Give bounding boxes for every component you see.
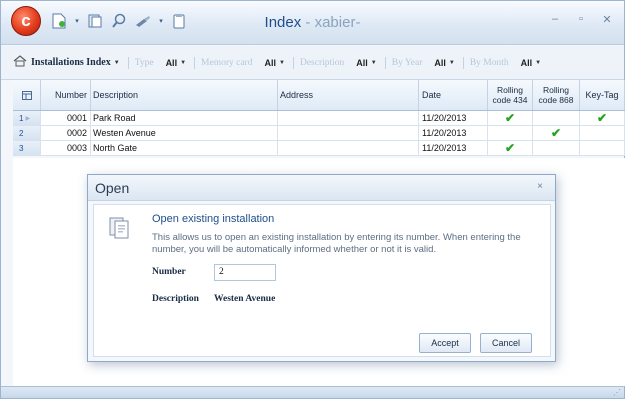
- toolbar-divider: [127, 56, 129, 69]
- filter-toolbar: Installations Index ▼ Type All ▼ Memory …: [1, 46, 624, 80]
- window-title-separator: -: [301, 14, 315, 31]
- cell-number[interactable]: 0001: [41, 111, 91, 125]
- table-row[interactable]: 2 0002 Westen Avenue 11/20/2013 ✔: [13, 126, 625, 141]
- chevron-down-icon[interactable]: ▼: [279, 60, 285, 66]
- cell-number[interactable]: 0002: [41, 126, 91, 140]
- toolbar-divider: [194, 56, 196, 69]
- chevron-down-icon[interactable]: ▼: [535, 60, 541, 66]
- dialog-title: Open: [95, 180, 130, 196]
- chevron-down-icon[interactable]: ▼: [371, 60, 377, 66]
- column-header-rolling-434[interactable]: Rolling code 434: [488, 80, 533, 110]
- window-controls: – ▫ ✕: [548, 13, 614, 26]
- cell-key-tag[interactable]: [580, 141, 625, 155]
- check-icon: ✔: [504, 141, 516, 155]
- filter-description-label: Description: [299, 57, 345, 68]
- grid-corner-icon[interactable]: [13, 80, 41, 110]
- cell-rolling-434[interactable]: ✔: [488, 141, 533, 155]
- column-header-rolling-868[interactable]: Rolling code 868: [533, 80, 580, 110]
- filter-by-year-value[interactable]: All: [434, 58, 446, 68]
- chevron-down-icon[interactable]: ▼: [449, 60, 455, 66]
- installations-grid: Number Description Address Date Rolling …: [13, 80, 625, 156]
- column-header-number[interactable]: Number: [41, 80, 91, 110]
- table-row[interactable]: 3 0003 North Gate 11/20/2013 ✔: [13, 141, 625, 156]
- app-window: c ▾ ▾ Index - xabier- – ▫ ✕ Installation…: [0, 0, 625, 399]
- title-bar: c ▾ ▾ Index - xabier- – ▫ ✕: [1, 1, 624, 45]
- cell-rolling-868[interactable]: [533, 141, 580, 155]
- filter-memory-card-value[interactable]: All: [264, 58, 276, 68]
- cell-date[interactable]: 11/20/2013: [419, 126, 488, 140]
- dialog-body: Open existing installation This allows u…: [93, 204, 551, 357]
- cell-date[interactable]: 11/20/2013: [419, 111, 488, 125]
- cancel-button[interactable]: Cancel: [480, 333, 532, 353]
- filter-type-label: Type: [134, 57, 154, 68]
- toolbar-divider: [384, 56, 386, 69]
- row-index: 2: [13, 126, 41, 140]
- filter-memory-card-label: Memory card: [201, 57, 253, 68]
- open-dialog: Open × Open existing installation This a…: [87, 174, 556, 362]
- column-header-key-tag[interactable]: Key-Tag: [580, 80, 625, 110]
- description-value: Westen Avenue: [214, 294, 276, 304]
- table-row[interactable]: 1 ▶ 0001 Park Road 11/20/2013 ✔ ✔: [13, 111, 625, 126]
- filter-type-value[interactable]: All: [166, 58, 178, 68]
- chevron-down-icon[interactable]: ▼: [180, 60, 186, 66]
- cell-address[interactable]: [278, 141, 419, 155]
- cell-description[interactable]: North Gate: [91, 141, 278, 155]
- column-header-address[interactable]: Address: [278, 80, 419, 110]
- current-row-icon: ▶: [25, 115, 31, 122]
- window-title: Index - xabier-: [1, 14, 624, 31]
- window-title-user: xabier-: [314, 14, 361, 31]
- filter-by-year-label: By Year: [391, 57, 423, 68]
- window-title-main: Index: [264, 14, 302, 31]
- accept-button[interactable]: Accept: [419, 333, 471, 353]
- toolbar-divider: [462, 56, 464, 69]
- check-icon: ✔: [596, 111, 608, 125]
- filter-by-month-value[interactable]: All: [521, 58, 533, 68]
- number-field[interactable]: 2: [214, 264, 276, 281]
- cell-key-tag[interactable]: [580, 126, 625, 140]
- cell-rolling-434[interactable]: [488, 126, 533, 140]
- row-index: 3: [13, 141, 41, 155]
- row-index-value: 1: [19, 113, 24, 123]
- cell-rolling-868[interactable]: [533, 111, 580, 125]
- cell-address[interactable]: [278, 126, 419, 140]
- dialog-close-button[interactable]: ×: [537, 181, 543, 192]
- cell-number[interactable]: 0003: [41, 141, 91, 155]
- cell-description[interactable]: Park Road: [91, 111, 278, 125]
- status-bar: ⋰: [1, 386, 624, 398]
- close-button[interactable]: ✕: [600, 13, 614, 26]
- open-installation-icon: [109, 215, 131, 239]
- dialog-title-bar: Open ×: [88, 175, 555, 201]
- grid-header: Number Description Address Date Rolling …: [13, 80, 625, 111]
- number-label: Number: [152, 267, 186, 277]
- cell-description[interactable]: Westen Avenue: [91, 126, 278, 140]
- check-icon: ✔: [504, 111, 516, 125]
- toolbar-divider: [292, 56, 294, 69]
- filter-description-value[interactable]: All: [356, 58, 368, 68]
- minimize-button[interactable]: –: [548, 13, 562, 26]
- description-label: Description: [152, 294, 199, 304]
- resize-grip-icon[interactable]: ⋰: [613, 388, 621, 397]
- cell-rolling-434[interactable]: ✔: [488, 111, 533, 125]
- column-header-date[interactable]: Date: [419, 80, 488, 110]
- cell-key-tag[interactable]: ✔: [580, 111, 625, 125]
- cell-address[interactable]: [278, 111, 419, 125]
- filter-by-month-label: By Month: [469, 57, 509, 68]
- column-header-description[interactable]: Description: [91, 80, 278, 110]
- cell-date[interactable]: 11/20/2013: [419, 141, 488, 155]
- chevron-down-icon[interactable]: ▼: [114, 60, 120, 66]
- maximize-button[interactable]: ▫: [574, 13, 588, 26]
- dialog-heading: Open existing installation: [152, 213, 275, 225]
- installations-index-menu[interactable]: Installations Index: [31, 57, 111, 68]
- check-icon: ✔: [550, 126, 562, 140]
- cell-rolling-868[interactable]: ✔: [533, 126, 580, 140]
- dialog-description-text: This allows us to open an existing insta…: [152, 232, 521, 255]
- home-icon[interactable]: [13, 55, 27, 70]
- row-index: 1 ▶: [13, 111, 41, 125]
